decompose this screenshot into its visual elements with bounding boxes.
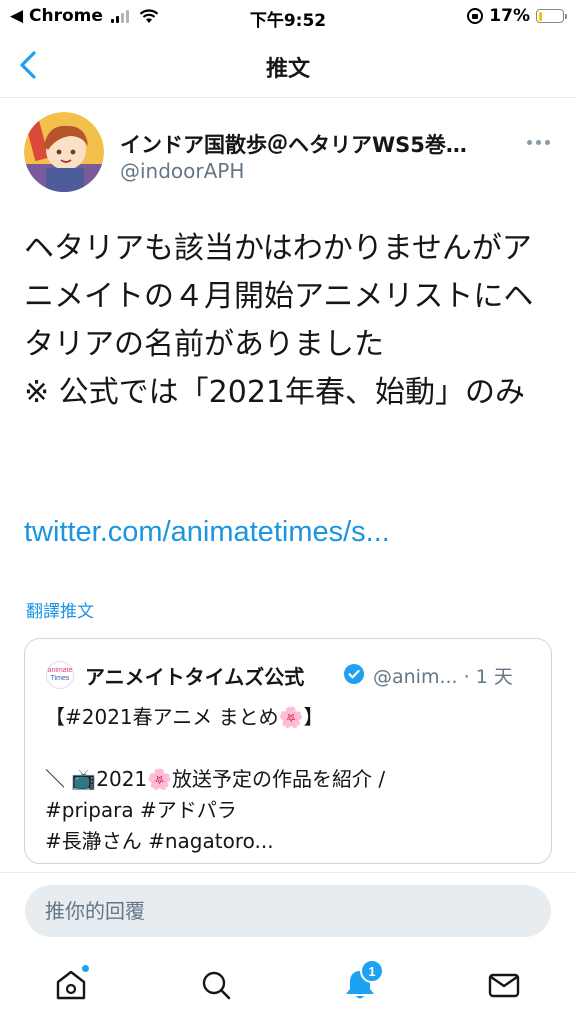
tweet-text: ヘタリアも該当かはわかりませんがアニメイトの４月開始アニメリストにヘタリアの名前… bbox=[24, 231, 534, 410]
quoted-avatar-text-bottom: Times bbox=[50, 675, 70, 682]
status-bar-right: 17% bbox=[467, 6, 567, 26]
battery-percent: 17% bbox=[489, 6, 530, 26]
tab-home[interactable] bbox=[51, 965, 91, 1005]
quoted-tweet-text: 【#2021春アニメ まとめ🌸】 ＼ 📺2021🌸放送予定の作品を紹介 / #p… bbox=[45, 705, 386, 853]
mail-icon bbox=[488, 973, 520, 998]
tweet-author: インドア国散歩＠ヘタリアWS5巻… @indoorAPH bbox=[24, 112, 554, 198]
nav-bar: 推文 bbox=[0, 34, 576, 98]
tab-search[interactable] bbox=[196, 965, 236, 1005]
translate-tweet-link[interactable]: 翻譯推文 bbox=[26, 597, 94, 622]
tweet-link[interactable]: twitter.com/animatetimes/s... bbox=[24, 516, 390, 549]
quoted-tweet-card[interactable]: animate Times アニメイトタイムズ公式 @anim... · 1 天… bbox=[24, 638, 552, 864]
notification-badge: 1 bbox=[360, 959, 384, 983]
author-name[interactable]: インドア国散歩＠ヘタリアWS5巻… bbox=[120, 129, 515, 159]
verified-badge-icon bbox=[344, 664, 364, 684]
reply-input[interactable] bbox=[25, 885, 551, 937]
tab-bar: 1 bbox=[0, 955, 576, 1024]
quoted-author-avatar: animate Times bbox=[46, 661, 74, 689]
more-options-icon[interactable] bbox=[527, 140, 550, 145]
author-handle[interactable]: @indoorAPH bbox=[120, 159, 244, 183]
battery-icon bbox=[536, 9, 567, 23]
page-title: 推文 bbox=[265, 57, 310, 82]
quoted-avatar-text-top: animate bbox=[47, 667, 73, 674]
status-bar: ◀ Chrome 下午9:52 17% bbox=[0, 0, 576, 34]
home-icon bbox=[56, 970, 86, 1000]
divider bbox=[0, 872, 576, 873]
tab-messages[interactable] bbox=[484, 965, 524, 1005]
tab-notifications[interactable]: 1 bbox=[340, 959, 384, 1005]
new-content-dot bbox=[82, 965, 89, 972]
quoted-author-name: アニメイトタイムズ公式 bbox=[85, 665, 305, 689]
avatar-image bbox=[24, 112, 104, 192]
quoted-handle-time: @anim... · 1 天 bbox=[373, 666, 513, 688]
battery-level bbox=[538, 11, 543, 21]
search-icon bbox=[202, 971, 231, 1000]
orientation-lock-icon bbox=[467, 8, 484, 24]
author-avatar[interactable] bbox=[24, 112, 104, 192]
